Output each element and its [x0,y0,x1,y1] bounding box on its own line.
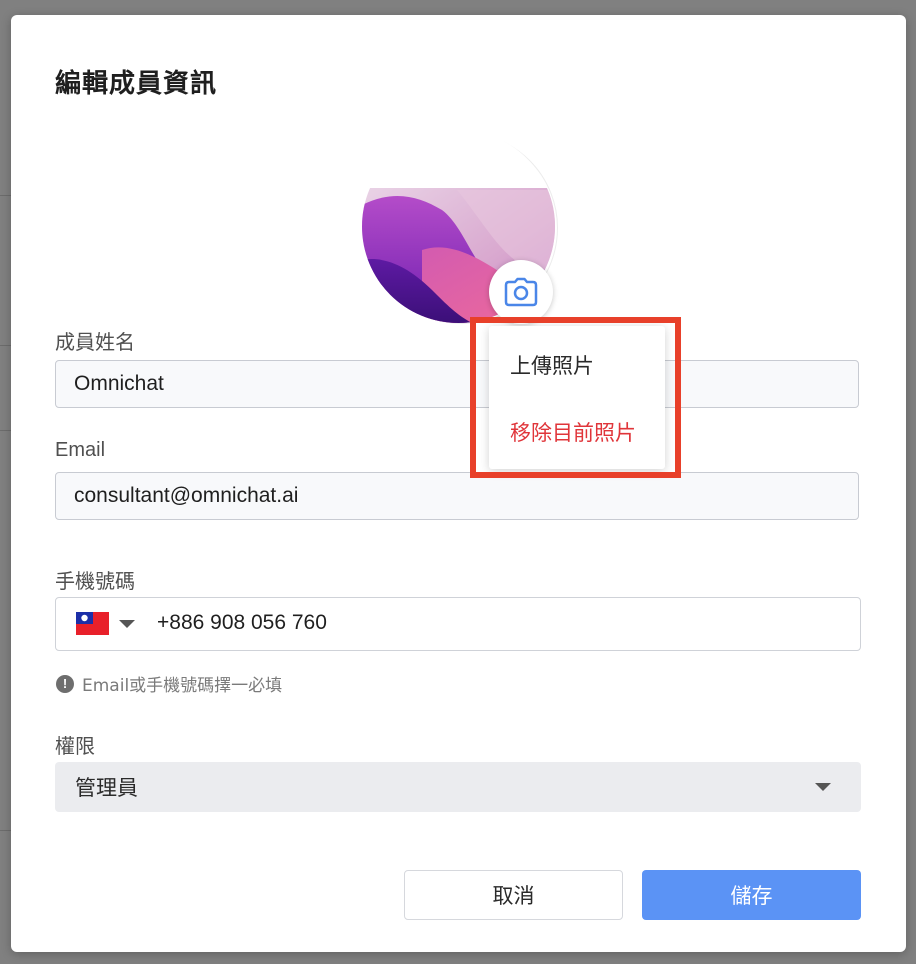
chevron-down-icon [815,783,831,791]
edit-member-modal: 編輯成員資訊 成員姓名 Omnichat Email consultant@om… [11,15,906,952]
email-label: Email [55,439,106,461]
chevron-down-icon [119,619,135,628]
phone-number-value[interactable]: +886 908 056 760 [157,611,327,635]
role-label: 權限 [55,734,95,758]
modal-title: 編輯成員資訊 [55,69,218,99]
country-code-select[interactable] [76,612,135,635]
taiwan-flag-icon [76,612,109,635]
camera-icon [504,277,538,307]
cancel-button[interactable]: 取消 [404,870,623,920]
role-select[interactable]: 管理員 [55,762,861,812]
role-select-value: 管理員 [75,776,138,800]
required-hint-text: Email或手機號碼擇一必填 [82,676,283,696]
member-name-input[interactable]: Omnichat [55,360,859,408]
phone-label: 手機號碼 [55,569,135,593]
email-input[interactable]: consultant@omnichat.ai [55,472,859,520]
save-button[interactable]: 儲存 [642,870,861,920]
phone-input[interactable]: +886 908 056 760 [55,597,861,651]
highlight-annotation [470,317,681,478]
required-hint: ! Email或手機號碼擇一必填 [56,671,282,696]
change-photo-button[interactable] [489,260,553,324]
exclamation-circle-icon: ! [56,674,74,693]
member-name-label: 成員姓名 [55,330,135,354]
